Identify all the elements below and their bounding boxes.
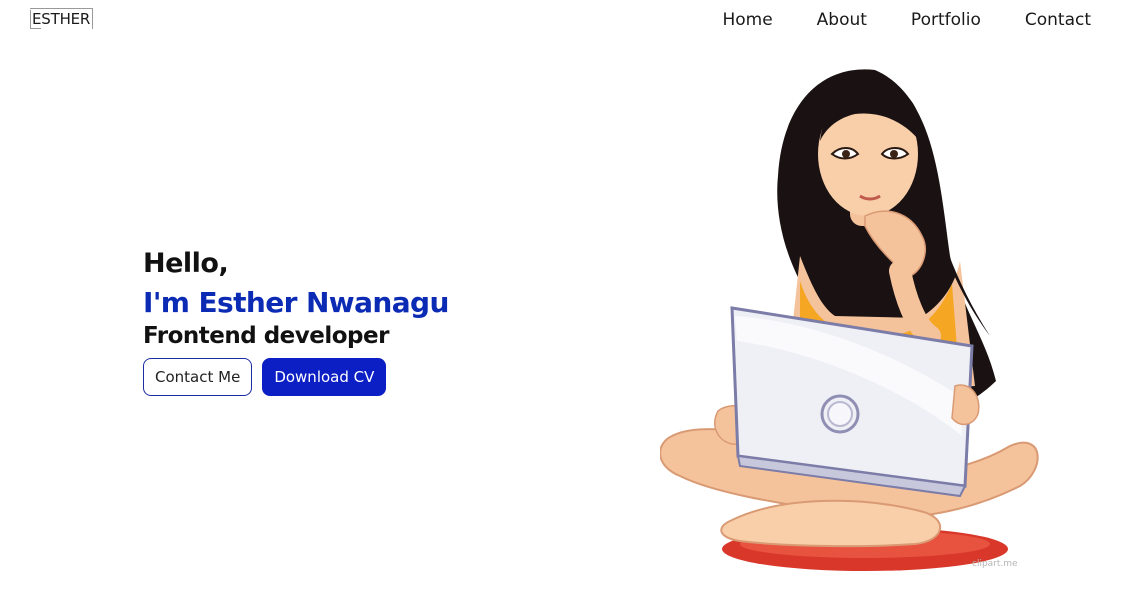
logo-rest: STHER xyxy=(41,10,91,28)
download-cv-button[interactable]: Download CV xyxy=(262,358,387,396)
nav-portfolio[interactable]: Portfolio xyxy=(911,10,981,30)
hero-greeting: Hello, xyxy=(143,248,229,279)
main-nav: Home About Portfolio Contact xyxy=(722,10,1091,30)
hero-section: Hello, I'm Esther Nwanagu Frontend devel… xyxy=(143,248,449,396)
hero-buttons: Contact Me Download CV xyxy=(143,358,449,396)
nav-about[interactable]: About xyxy=(817,10,867,30)
logo-initial: E xyxy=(30,10,42,29)
girl-with-laptop-illustration: clipart.me xyxy=(659,69,1039,571)
nav-home[interactable]: Home xyxy=(722,10,772,30)
site-logo[interactable]: ESTHER xyxy=(30,8,94,29)
hero-name: I'm Esther Nwanagu xyxy=(143,286,449,319)
nav-contact[interactable]: Contact xyxy=(1025,10,1091,30)
hero-illustration: clipart.me xyxy=(659,66,1044,576)
hero-role: Frontend developer xyxy=(143,323,389,349)
contact-me-button[interactable]: Contact Me xyxy=(143,358,253,396)
watermark-text: clipart.me xyxy=(972,559,1018,569)
